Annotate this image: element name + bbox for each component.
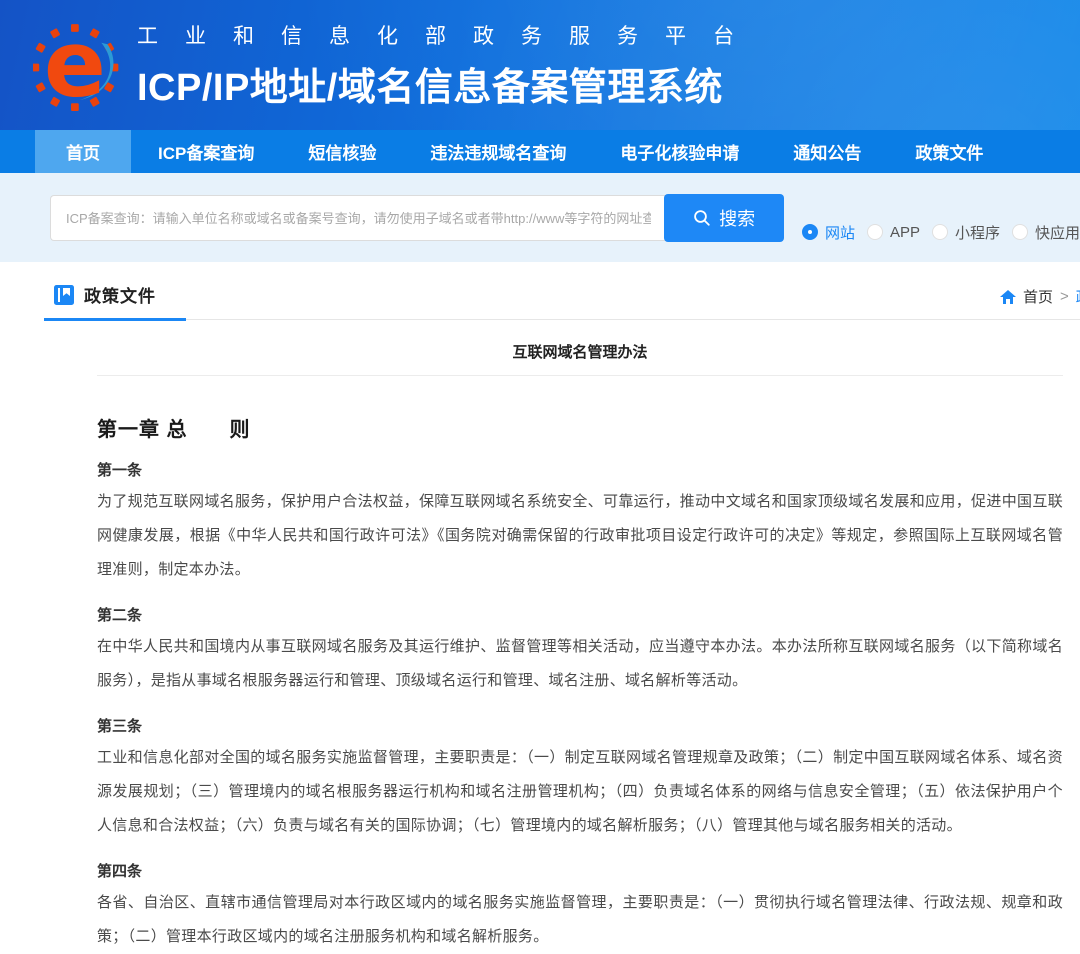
title-divider xyxy=(97,375,1063,376)
clause-1-text: 为了规范互联网域名服务，保护用户合法权益，保障互联网域名系统安全、可靠运行，推动… xyxy=(97,485,1063,587)
clause-2: 第二条 在中华人民共和国境内从事互联网域名服务及其运行维护、监督管理等相关活动，… xyxy=(97,604,1063,698)
clause-3-text: 工业和信息化部对全国的域名服务实施监督管理，主要职责是：（一）制定互联网域名管理… xyxy=(97,741,1063,843)
nav-item-icp-query[interactable]: ICP备案查询 xyxy=(131,130,281,173)
nav-item-policy-files[interactable]: 政策文件 xyxy=(888,130,1010,173)
header-titles: 工业和信息化部政务服务平台 ICP/IP地址/域名信息备案管理系统 xyxy=(137,20,761,111)
clause-3: 第三条 工业和信息化部对全国的域名服务实施监督管理，主要职责是：（一）制定互联网… xyxy=(97,715,1063,843)
breadcrumb-home[interactable]: 首页 xyxy=(1023,286,1053,307)
search-button[interactable]: 搜索 xyxy=(664,194,784,242)
chapter-heading: 第一章 总 则 xyxy=(97,413,1063,442)
clause-1: 第一条 为了规范互联网域名服务，保护用户合法权益，保障互联网域名系统安全、可靠运… xyxy=(97,459,1063,587)
policy-file-book-icon xyxy=(54,285,74,305)
article-title: 互联网域名管理办法 xyxy=(97,341,1063,362)
clause-2-heading: 第二条 xyxy=(97,604,1063,625)
clause-3-heading: 第三条 xyxy=(97,715,1063,736)
section-title-wrap: 政策文件 xyxy=(44,282,186,321)
radio-mini-program[interactable]: 小程序 xyxy=(932,222,1000,243)
miit-gear-e-logo-icon: e xyxy=(33,14,123,118)
search-icon xyxy=(693,209,711,227)
search-type-radio-group: 网站 APP 小程序 快应用 xyxy=(802,222,1080,243)
search-input[interactable] xyxy=(50,195,666,241)
nav-item-notices[interactable]: 通知公告 xyxy=(766,130,888,173)
radio-app-label: APP xyxy=(890,224,920,241)
search-section: 搜索 网站 APP 小程序 快应用 xyxy=(0,173,1080,262)
main-content: 政策文件 首页 > 政策文件 互联网域名管理办法 第一章 总 则 第一条 为了规… xyxy=(0,262,1080,954)
breadcrumb-current[interactable]: 政策文件 xyxy=(1076,286,1080,307)
radio-unselected-icon xyxy=(867,224,883,240)
radio-mini-program-label: 小程序 xyxy=(955,222,1000,243)
site-header: e 工业和信息化部政务服务平台 ICP/IP地址/域名信息备案管理系统 xyxy=(0,0,1080,130)
clause-4-heading: 第四条 xyxy=(97,860,1063,881)
radio-unselected-icon xyxy=(1012,224,1028,240)
radio-website-label: 网站 xyxy=(825,222,855,243)
svg-text:e: e xyxy=(44,14,106,117)
clause-4: 第四条 各省、自治区、直辖市通信管理局对本行政区域内的域名服务实施监督管理，主要… xyxy=(97,860,1063,954)
main-nav: 首页 ICP备案查询 短信核验 违法违规域名查询 电子化核验申请 通知公告 政策… xyxy=(0,130,1080,173)
clause-4-text: 各省、自治区、直辖市通信管理局对本行政区域内的域名服务实施监督管理，主要职责是：… xyxy=(97,886,1063,954)
nav-item-home[interactable]: 首页 xyxy=(35,130,131,173)
nav-item-sms-verify[interactable]: 短信核验 xyxy=(281,130,403,173)
radio-quick-app[interactable]: 快应用 xyxy=(1012,222,1080,243)
home-icon xyxy=(1000,290,1016,304)
nav-item-illegal-domain-query[interactable]: 违法违规域名查询 xyxy=(403,130,593,173)
nav-item-electronic-verify[interactable]: 电子化核验申请 xyxy=(593,130,766,173)
search-button-label: 搜索 xyxy=(719,205,755,231)
section-title: 政策文件 xyxy=(84,282,156,307)
radio-website[interactable]: 网站 xyxy=(802,222,855,243)
system-title: ICP/IP地址/域名信息备案管理系统 xyxy=(137,56,761,111)
breadcrumb-separator: > xyxy=(1060,288,1069,305)
clause-1-heading: 第一条 xyxy=(97,459,1063,480)
clause-2-text: 在中华人民共和国境内从事互联网域名服务及其运行维护、监督管理等相关活动，应当遵守… xyxy=(97,630,1063,698)
platform-name: 工业和信息化部政务服务平台 xyxy=(137,20,761,50)
radio-app[interactable]: APP xyxy=(867,224,920,241)
radio-quick-app-label: 快应用 xyxy=(1035,222,1080,243)
breadcrumb: 首页 > 政策文件 xyxy=(1000,286,1080,307)
section-head: 政策文件 首页 > 政策文件 xyxy=(44,278,1080,320)
policy-article: 互联网域名管理办法 第一章 总 则 第一条 为了规范互联网域名服务，保护用户合法… xyxy=(97,341,1063,954)
radio-selected-icon xyxy=(802,224,818,240)
radio-unselected-icon xyxy=(932,224,948,240)
